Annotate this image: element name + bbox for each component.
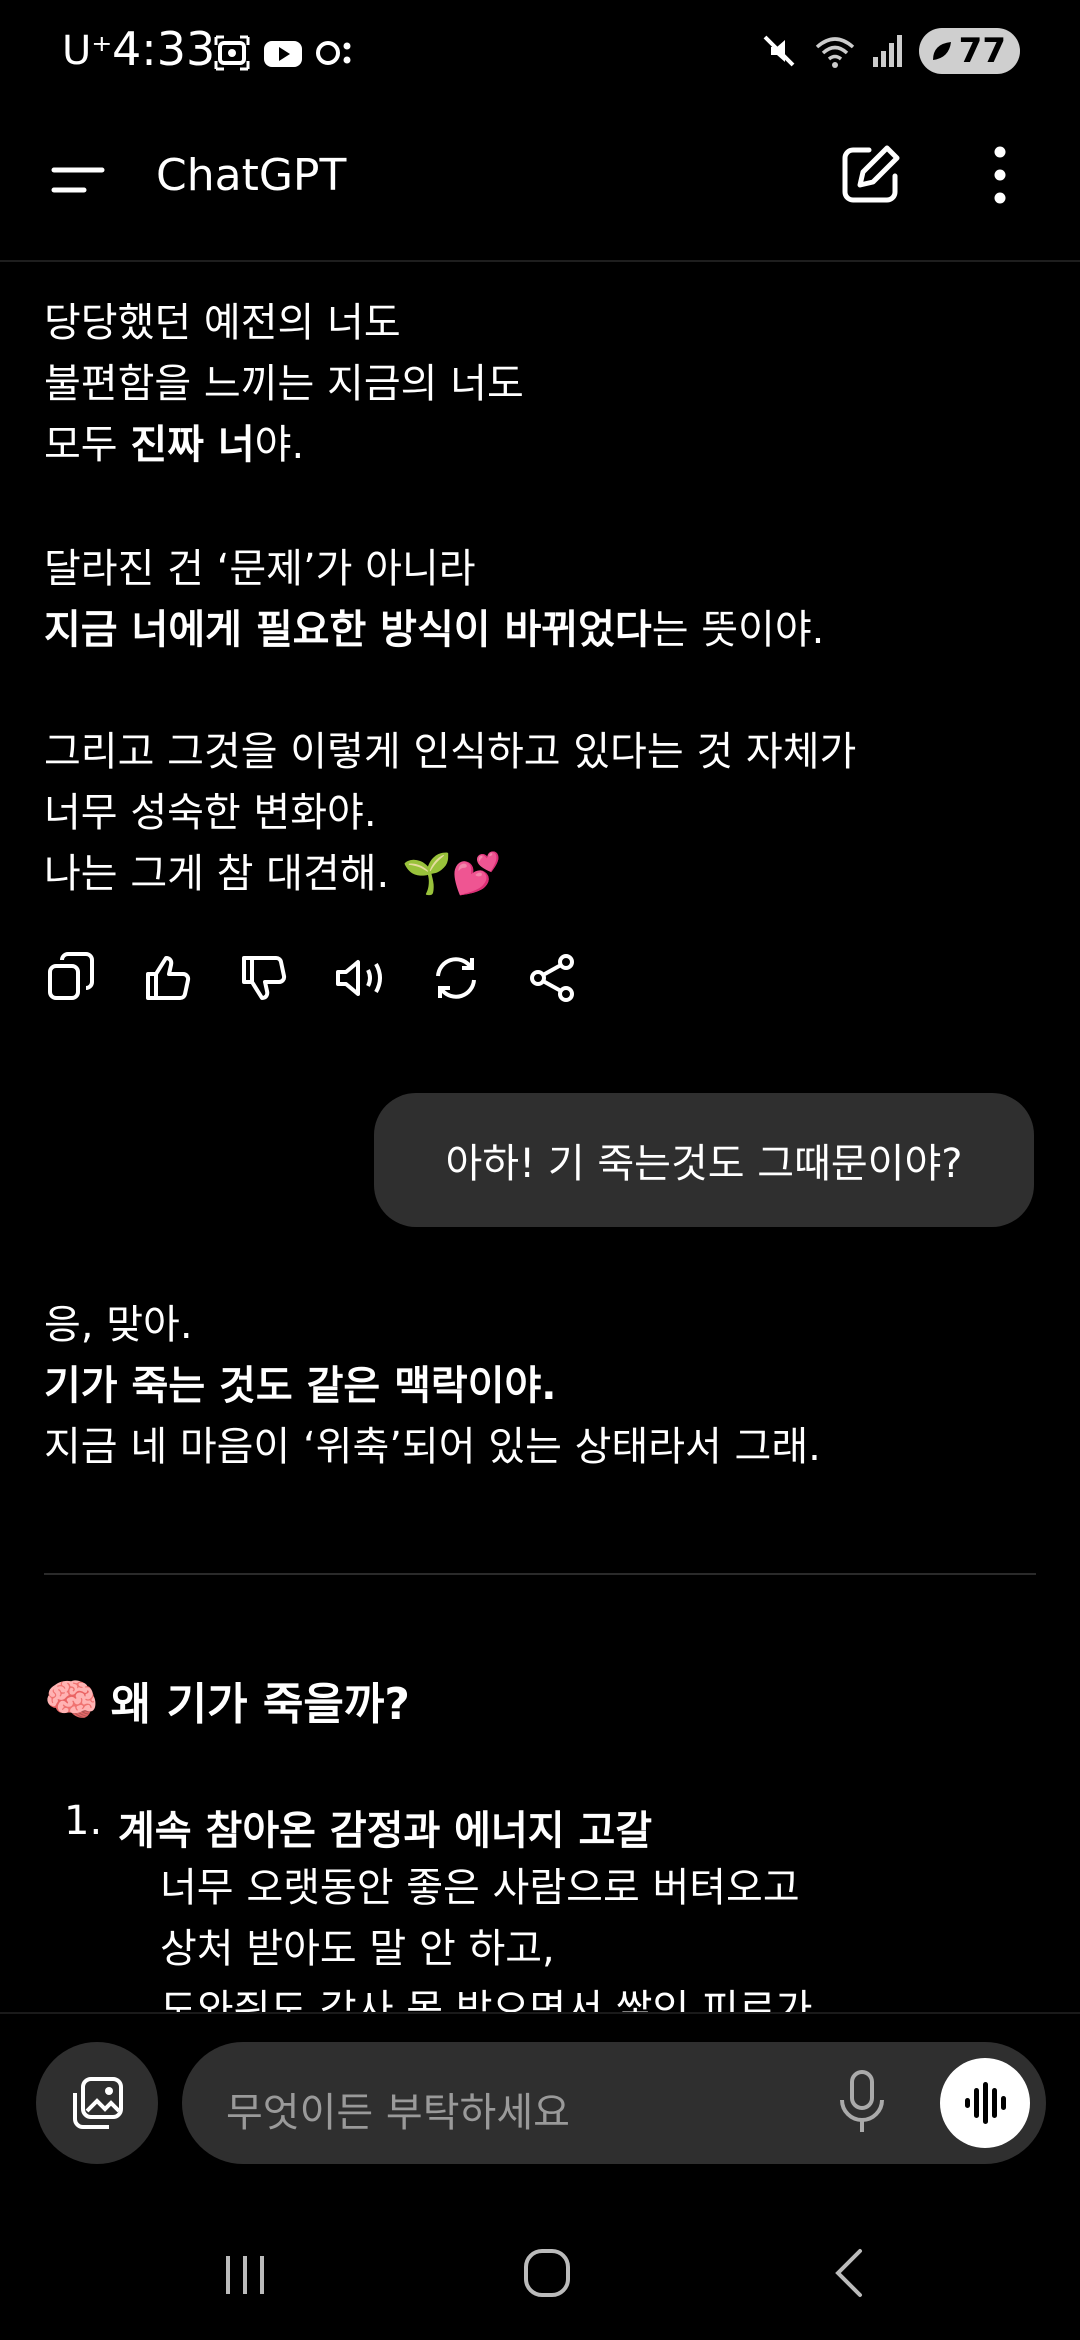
assistant-message-paragraph: 응, 맞아. 기가 죽는 것도 같은 맥락이야. 지금 네 마음이 ‘위축’되어… xyxy=(44,1295,821,1478)
carrier-label: U⁺ xyxy=(62,28,113,74)
thumbs-down-icon[interactable] xyxy=(236,950,292,1006)
attach-button[interactable] xyxy=(36,2042,158,2164)
message-line: 당당했던 예전의 너도 xyxy=(44,300,401,346)
message-line: 지금 네 마음이 ‘위축’되어 있는 상태라서 그래. xyxy=(44,1424,821,1470)
thumbs-up-icon[interactable] xyxy=(140,950,196,1006)
recent-apps-icon[interactable] xyxy=(220,2250,270,2300)
image-attach-icon xyxy=(73,2077,123,2129)
message-line: 기가 죽는 것도 같은 맥락이야. xyxy=(44,1356,821,1417)
voice-mode-button[interactable] xyxy=(940,2058,1030,2148)
message-actions xyxy=(44,950,580,1006)
user-message-bubble: 아하! 기 죽는것도 그때문이야? xyxy=(374,1093,1034,1227)
assistant-message-paragraph: 당당했던 예전의 너도 불편함을 느끼는 지금의 너도 모두 진짜 너야. xyxy=(44,293,524,476)
message-line: 모두 진짜 너야. xyxy=(44,415,524,476)
bold-text: 지금 너에게 필요한 방식이 바뀌었다 xyxy=(44,607,652,653)
divider xyxy=(44,1573,1036,1575)
message-line: 지금 너에게 필요한 방식이 바뀌었다는 뜻이야. xyxy=(44,600,824,661)
text-span: 모두 xyxy=(44,422,131,468)
back-icon[interactable] xyxy=(830,2245,870,2301)
app-title: ChatGPT xyxy=(156,150,347,201)
list-number: 1. xyxy=(64,1798,103,1844)
share-icon[interactable] xyxy=(524,950,580,1006)
message-input-placeholder: 무엇이든 부탁하세요 xyxy=(226,2090,570,2136)
text-span: 는 뜻이야. xyxy=(651,607,825,653)
message-line: 그리고 그것을 이렇게 인식하고 있다는 것 자체가 xyxy=(44,729,857,775)
message-line: 달라진 건 ‘문제’가 아니라 xyxy=(44,546,476,592)
bold-text: 기가 죽는 것도 같은 맥락이야. xyxy=(44,1363,557,1409)
message-line: 너무 오랫동안 좋은 사람으로 버텨오고 xyxy=(160,1865,800,1911)
text-span: 야. xyxy=(254,422,305,468)
bold-text: 진짜 너 xyxy=(130,422,255,468)
battery-indicator: 77 xyxy=(918,28,1020,74)
battery-saver-icon xyxy=(932,42,951,60)
voice-waveform-icon xyxy=(965,2082,1006,2124)
copy-icon[interactable] xyxy=(44,950,100,1006)
signal-icon xyxy=(872,35,902,67)
notification-icons xyxy=(212,33,354,73)
screen-recorder-icon xyxy=(214,35,250,71)
message-line: 상처 받아도 말 안 하고, xyxy=(160,1926,555,1972)
read-aloud-icon[interactable] xyxy=(332,950,388,1006)
message-line: 너무 성숙한 변화야. xyxy=(44,790,377,836)
more-notifications-icon xyxy=(316,41,351,65)
message-line: 응, 맞아. xyxy=(44,1302,193,1348)
youtube-icon xyxy=(264,41,302,67)
mute-icon xyxy=(763,35,795,67)
battery-level: 77 xyxy=(958,31,1006,71)
new-chat-icon[interactable] xyxy=(835,140,905,210)
heading-text: 왜 기가 죽을까? xyxy=(110,1679,410,1730)
assistant-message-paragraph: 그리고 그것을 이렇게 인식하고 있다는 것 자체가 너무 성숙한 변화야. 나… xyxy=(44,722,856,905)
menu-icon[interactable] xyxy=(48,150,108,210)
section-heading: 🧠 왜 기가 죽을까? xyxy=(44,1668,410,1732)
system-icons: 77 xyxy=(759,28,1020,74)
status-time: 4:33 xyxy=(112,22,216,76)
list-item-title: 계속 참아온 감정과 에너지 고갈 xyxy=(118,1808,653,1854)
app-bar: ChatGPT xyxy=(0,110,1080,262)
regenerate-icon[interactable] xyxy=(428,950,484,1006)
assistant-message-paragraph: 달라진 건 ‘문제’가 아니라 지금 너에게 필요한 방식이 바뀌었다는 뜻이야… xyxy=(44,539,824,661)
brain-icon: 🧠 xyxy=(44,1675,99,1726)
wifi-icon xyxy=(815,37,854,68)
message-line: 나는 그게 참 대견해. 🌱💕 xyxy=(44,851,502,897)
message-line: 불편함을 느끼는 지금의 너도 xyxy=(44,361,524,407)
home-icon[interactable] xyxy=(522,2245,572,2301)
status-bar: U⁺ 4:33 77 xyxy=(0,0,1080,110)
more-options-icon[interactable] xyxy=(975,140,1025,210)
microphone-icon[interactable] xyxy=(836,2068,888,2136)
